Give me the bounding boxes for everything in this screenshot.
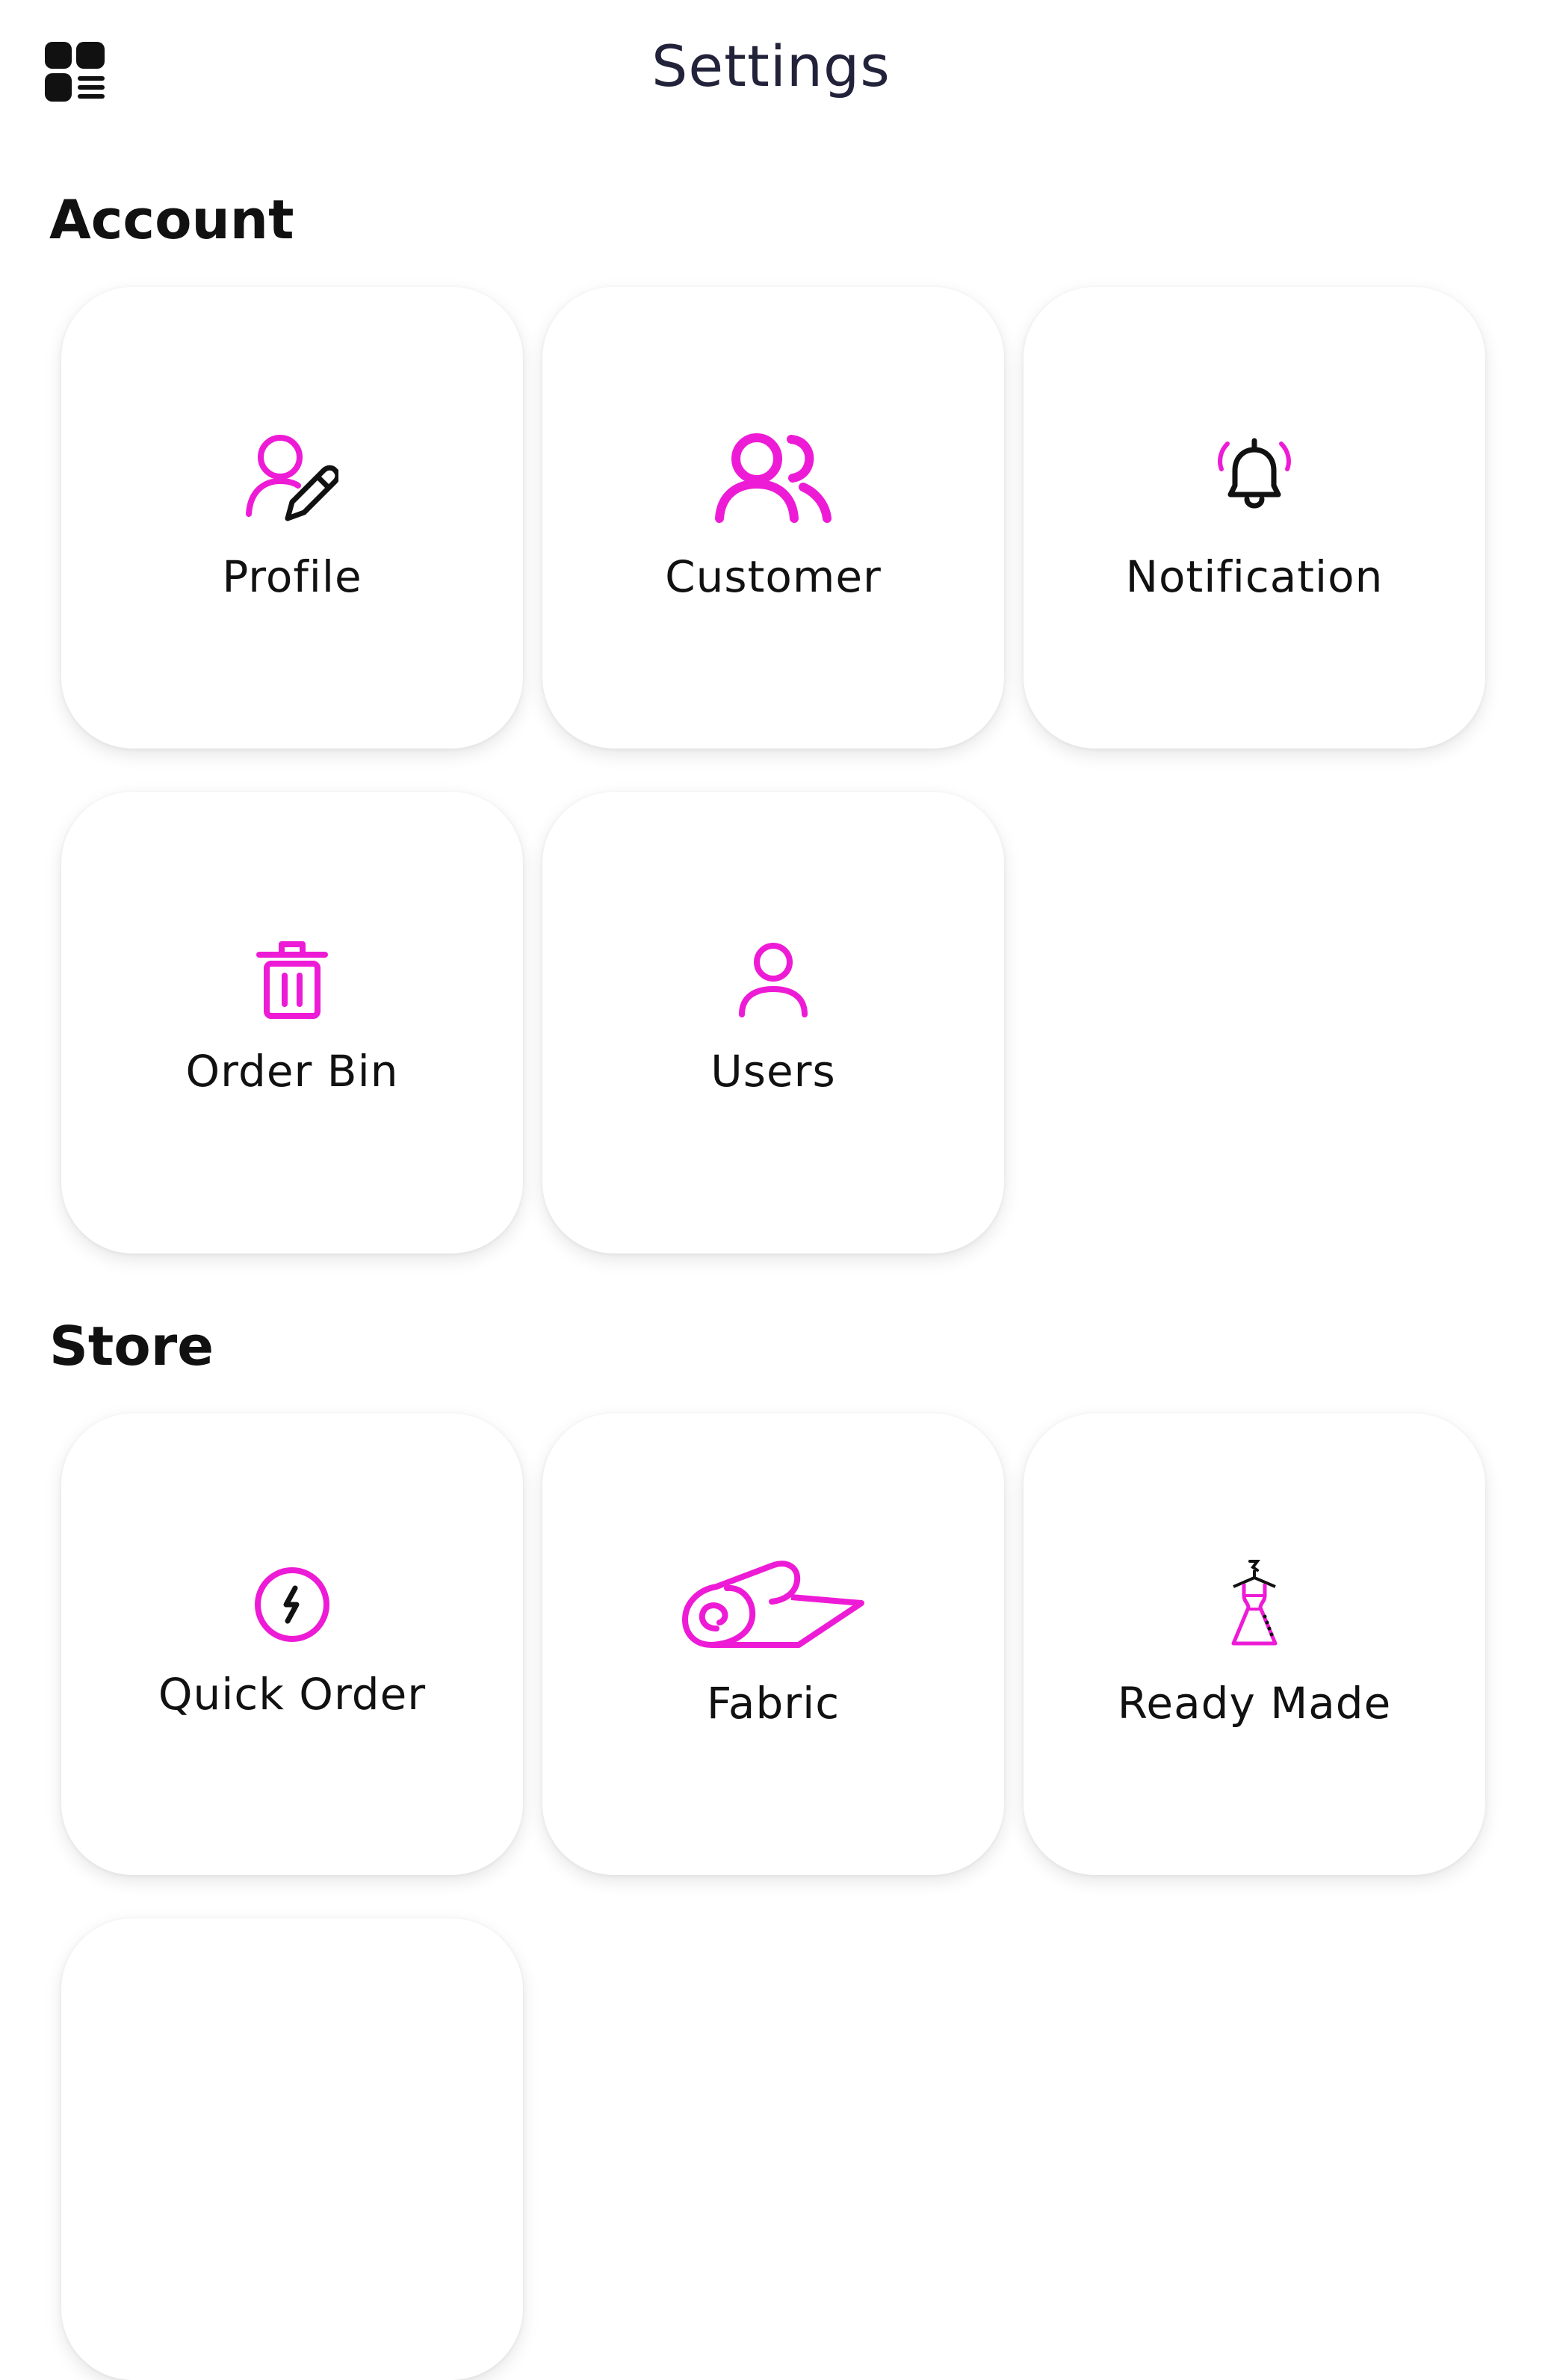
settings-card-label: Fabric <box>706 1678 840 1729</box>
section-title-store: Store <box>49 1315 214 1378</box>
settings-card-customer[interactable]: Customer <box>542 287 1004 749</box>
trash-icon <box>61 940 523 1020</box>
settings-card-label: Notification <box>1125 551 1384 602</box>
user-icon <box>542 941 1004 1019</box>
user-edit-icon <box>61 430 523 523</box>
settings-card-profile[interactable]: Profile <box>61 287 523 749</box>
bell-ringing-icon <box>1024 436 1485 517</box>
settings-card-label: Profile <box>222 551 362 602</box>
fabric-roll-icon <box>542 1557 1004 1649</box>
settings-card-ready-made[interactable]: Ready Made <box>1024 1413 1485 1875</box>
settings-card-label: Users <box>710 1046 836 1097</box>
header: Settings <box>0 0 1542 149</box>
settings-card-label: Order Bin <box>185 1046 399 1097</box>
settings-card-label: Quick Order <box>158 1669 427 1720</box>
settings-card-order-bin[interactable]: Order Bin <box>61 792 523 1253</box>
settings-card-fabric[interactable]: Fabric <box>542 1413 1004 1875</box>
settings-card-partial[interactable] <box>61 1918 523 2380</box>
users-group-icon <box>542 430 1004 523</box>
page-title: Settings <box>651 33 891 99</box>
section-title-account: Account <box>49 188 294 251</box>
settings-card-notification[interactable]: Notification <box>1024 287 1485 749</box>
lightning-circle-icon <box>61 1566 523 1643</box>
settings-card-quick-order[interactable]: Quick Order <box>61 1413 523 1875</box>
settings-card-label: Ready Made <box>1117 1678 1392 1729</box>
settings-card-users[interactable]: Users <box>542 792 1004 1253</box>
settings-card-label: Customer <box>665 551 882 602</box>
dress-hanger-icon <box>1024 1557 1485 1649</box>
